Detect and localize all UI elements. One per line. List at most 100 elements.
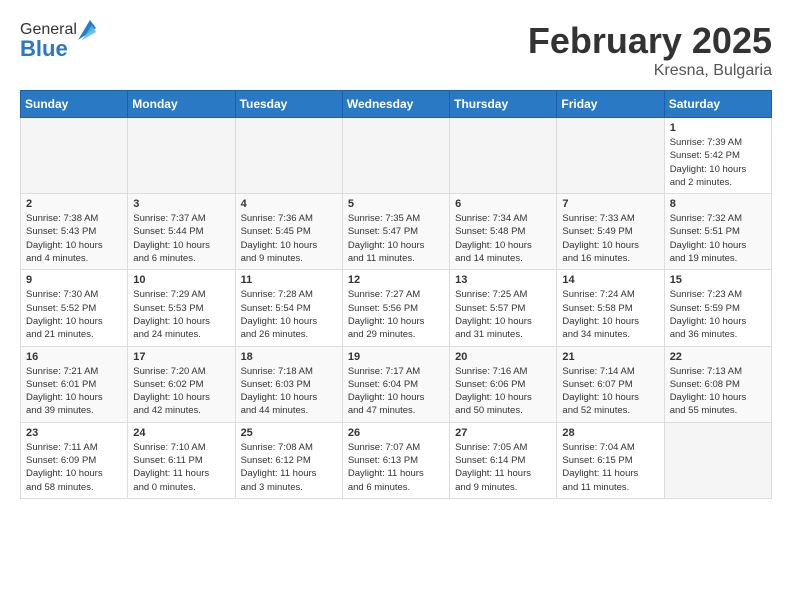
calendar-day-cell (557, 118, 664, 194)
calendar-day-cell (450, 118, 557, 194)
calendar-day-cell: 19 Sunrise: 7:17 AMSunset: 6:04 PMDayligh… (342, 346, 449, 422)
calendar-week-3: 9Sunrise: 7:30 AMSunset: 5:52 PMDaylight… (21, 270, 772, 346)
day-number: 21 (562, 351, 658, 363)
day-info: Sunrise: 7:39 AMSunset: 5:42 PMDaylight:… (670, 136, 766, 189)
day-info: Sunrise: 7:16 AMSunset: 6:06 PMDaylight:… (455, 365, 551, 418)
day-info: Sunrise: 7:18 AMSunset: 6:03 PMDaylight:… (241, 365, 337, 418)
weekday-header-wednesday: Wednesday (342, 91, 449, 118)
logo: General Blue (20, 20, 96, 62)
day-info: Sunrise: 7:36 AMSunset: 5:45 PMDaylight:… (241, 212, 337, 265)
day-number: 10 (133, 274, 229, 286)
day-info: Sunrise: 7:37 AMSunset: 5:44 PMDaylight:… (133, 212, 229, 265)
day-number: 27 (455, 427, 551, 439)
day-number: 3 (133, 198, 229, 210)
day-number: 8 (670, 198, 766, 210)
calendar-table: SundayMondayTuesdayWednesdayThursdayFrid… (20, 90, 772, 499)
day-number: 23 (26, 427, 122, 439)
day-number: 15 (670, 274, 766, 286)
calendar-day-cell: 1 Sunrise: 7:39 AMSunset: 5:42 PMDaylight… (664, 118, 771, 194)
calendar-week-5: 23 Sunrise: 7:11 AMSunset: 6:09 PMDayligh… (21, 422, 772, 498)
calendar-day-cell: 6Sunrise: 7:34 AMSunset: 5:48 PMDaylight… (450, 194, 557, 270)
weekday-header-monday: Monday (128, 91, 235, 118)
calendar-day-cell: 18 Sunrise: 7:18 AMSunset: 6:03 PMDayligh… (235, 346, 342, 422)
day-number: 2 (26, 198, 122, 210)
day-number: 24 (133, 427, 229, 439)
title-block: February 2025 Kresna, Bulgaria (528, 20, 772, 80)
day-info: Sunrise: 7:13 AMSunset: 6:08 PMDaylight:… (670, 365, 766, 418)
calendar-day-cell (21, 118, 128, 194)
day-info: Sunrise: 7:11 AMSunset: 6:09 PMDaylight:… (26, 441, 122, 494)
day-number: 22 (670, 351, 766, 363)
calendar-day-cell: 25 Sunrise: 7:08 AMSunset: 6:12 PMDayligh… (235, 422, 342, 498)
day-number: 19 (348, 351, 444, 363)
day-number: 1 (670, 122, 766, 134)
calendar-day-cell: 2 Sunrise: 7:38 AMSunset: 5:43 PMDaylight… (21, 194, 128, 270)
day-info: Sunrise: 7:27 AMSunset: 5:56 PMDaylight:… (348, 288, 444, 341)
logo-blue-text: Blue (20, 36, 68, 62)
logo-icon (78, 20, 96, 40)
calendar-day-cell (664, 422, 771, 498)
calendar-day-cell: 4Sunrise: 7:36 AMSunset: 5:45 PMDaylight… (235, 194, 342, 270)
day-info: Sunrise: 7:32 AMSunset: 5:51 PMDaylight:… (670, 212, 766, 265)
calendar-day-cell: 8 Sunrise: 7:32 AMSunset: 5:51 PMDaylight… (664, 194, 771, 270)
day-number: 17 (133, 351, 229, 363)
calendar-day-cell: 22 Sunrise: 7:13 AMSunset: 6:08 PMDayligh… (664, 346, 771, 422)
day-number: 28 (562, 427, 658, 439)
day-number: 26 (348, 427, 444, 439)
day-number: 7 (562, 198, 658, 210)
calendar-day-cell: 5 Sunrise: 7:35 AMSunset: 5:47 PMDaylight… (342, 194, 449, 270)
weekday-header-row: SundayMondayTuesdayWednesdayThursdayFrid… (21, 91, 772, 118)
day-info: Sunrise: 7:38 AMSunset: 5:43 PMDaylight:… (26, 212, 122, 265)
calendar-day-cell: 28 Sunrise: 7:04 AMSunset: 6:15 PMDayligh… (557, 422, 664, 498)
calendar-day-cell: 15 Sunrise: 7:23 AMSunset: 5:59 PMDayligh… (664, 270, 771, 346)
day-info: Sunrise: 7:30 AMSunset: 5:52 PMDaylight:… (26, 288, 122, 341)
calendar-week-4: 16Sunrise: 7:21 AMSunset: 6:01 PMDayligh… (21, 346, 772, 422)
day-info: Sunrise: 7:28 AMSunset: 5:54 PMDaylight:… (241, 288, 337, 341)
day-info: Sunrise: 7:10 AMSunset: 6:11 PMDaylight:… (133, 441, 229, 494)
calendar-day-cell: 11Sunrise: 7:28 AMSunset: 5:54 PMDayligh… (235, 270, 342, 346)
location: Kresna, Bulgaria (528, 62, 772, 80)
calendar-day-cell: 23 Sunrise: 7:11 AMSunset: 6:09 PMDayligh… (21, 422, 128, 498)
calendar-day-cell: 12 Sunrise: 7:27 AMSunset: 5:56 PMDayligh… (342, 270, 449, 346)
calendar-day-cell: 21 Sunrise: 7:14 AMSunset: 6:07 PMDayligh… (557, 346, 664, 422)
calendar-day-cell: 27 Sunrise: 7:05 AMSunset: 6:14 PMDayligh… (450, 422, 557, 498)
calendar-week-2: 2 Sunrise: 7:38 AMSunset: 5:43 PMDaylight… (21, 194, 772, 270)
day-info: Sunrise: 7:14 AMSunset: 6:07 PMDaylight:… (562, 365, 658, 418)
day-info: Sunrise: 7:25 AMSunset: 5:57 PMDaylight:… (455, 288, 551, 341)
day-info: Sunrise: 7:23 AMSunset: 5:59 PMDaylight:… (670, 288, 766, 341)
day-info: Sunrise: 7:20 AMSunset: 6:02 PMDaylight:… (133, 365, 229, 418)
day-info: Sunrise: 7:33 AMSunset: 5:49 PMDaylight:… (562, 212, 658, 265)
calendar-day-cell: 10Sunrise: 7:29 AMSunset: 5:53 PMDayligh… (128, 270, 235, 346)
month-title: February 2025 (528, 20, 772, 62)
day-number: 12 (348, 274, 444, 286)
calendar-day-cell: 26 Sunrise: 7:07 AMSunset: 6:13 PMDayligh… (342, 422, 449, 498)
weekday-header-sunday: Sunday (21, 91, 128, 118)
weekday-header-friday: Friday (557, 91, 664, 118)
calendar-week-1: 1 Sunrise: 7:39 AMSunset: 5:42 PMDaylight… (21, 118, 772, 194)
day-number: 18 (241, 351, 337, 363)
day-info: Sunrise: 7:24 AMSunset: 5:58 PMDaylight:… (562, 288, 658, 341)
calendar-day-cell (342, 118, 449, 194)
day-info: Sunrise: 7:07 AMSunset: 6:13 PMDaylight:… (348, 441, 444, 494)
day-number: 14 (562, 274, 658, 286)
day-number: 25 (241, 427, 337, 439)
day-number: 20 (455, 351, 551, 363)
day-info: Sunrise: 7:34 AMSunset: 5:48 PMDaylight:… (455, 212, 551, 265)
day-info: Sunrise: 7:17 AMSunset: 6:04 PMDaylight:… (348, 365, 444, 418)
calendar-day-cell: 14 Sunrise: 7:24 AMSunset: 5:58 PMDayligh… (557, 270, 664, 346)
day-info: Sunrise: 7:35 AMSunset: 5:47 PMDaylight:… (348, 212, 444, 265)
calendar-day-cell (235, 118, 342, 194)
calendar-day-cell: 17 Sunrise: 7:20 AMSunset: 6:02 PMDayligh… (128, 346, 235, 422)
day-info: Sunrise: 7:04 AMSunset: 6:15 PMDaylight:… (562, 441, 658, 494)
weekday-header-tuesday: Tuesday (235, 91, 342, 118)
weekday-header-saturday: Saturday (664, 91, 771, 118)
day-info: Sunrise: 7:05 AMSunset: 6:14 PMDaylight:… (455, 441, 551, 494)
calendar-day-cell: 9Sunrise: 7:30 AMSunset: 5:52 PMDaylight… (21, 270, 128, 346)
page-header: General Blue February 2025 Kresna, Bulga… (20, 20, 772, 80)
day-info: Sunrise: 7:21 AMSunset: 6:01 PMDaylight:… (26, 365, 122, 418)
day-number: 13 (455, 274, 551, 286)
calendar-day-cell: 13 Sunrise: 7:25 AMSunset: 5:57 PMDayligh… (450, 270, 557, 346)
day-number: 5 (348, 198, 444, 210)
day-info: Sunrise: 7:08 AMSunset: 6:12 PMDaylight:… (241, 441, 337, 494)
calendar-day-cell: 24 Sunrise: 7:10 AMSunset: 6:11 PMDayligh… (128, 422, 235, 498)
